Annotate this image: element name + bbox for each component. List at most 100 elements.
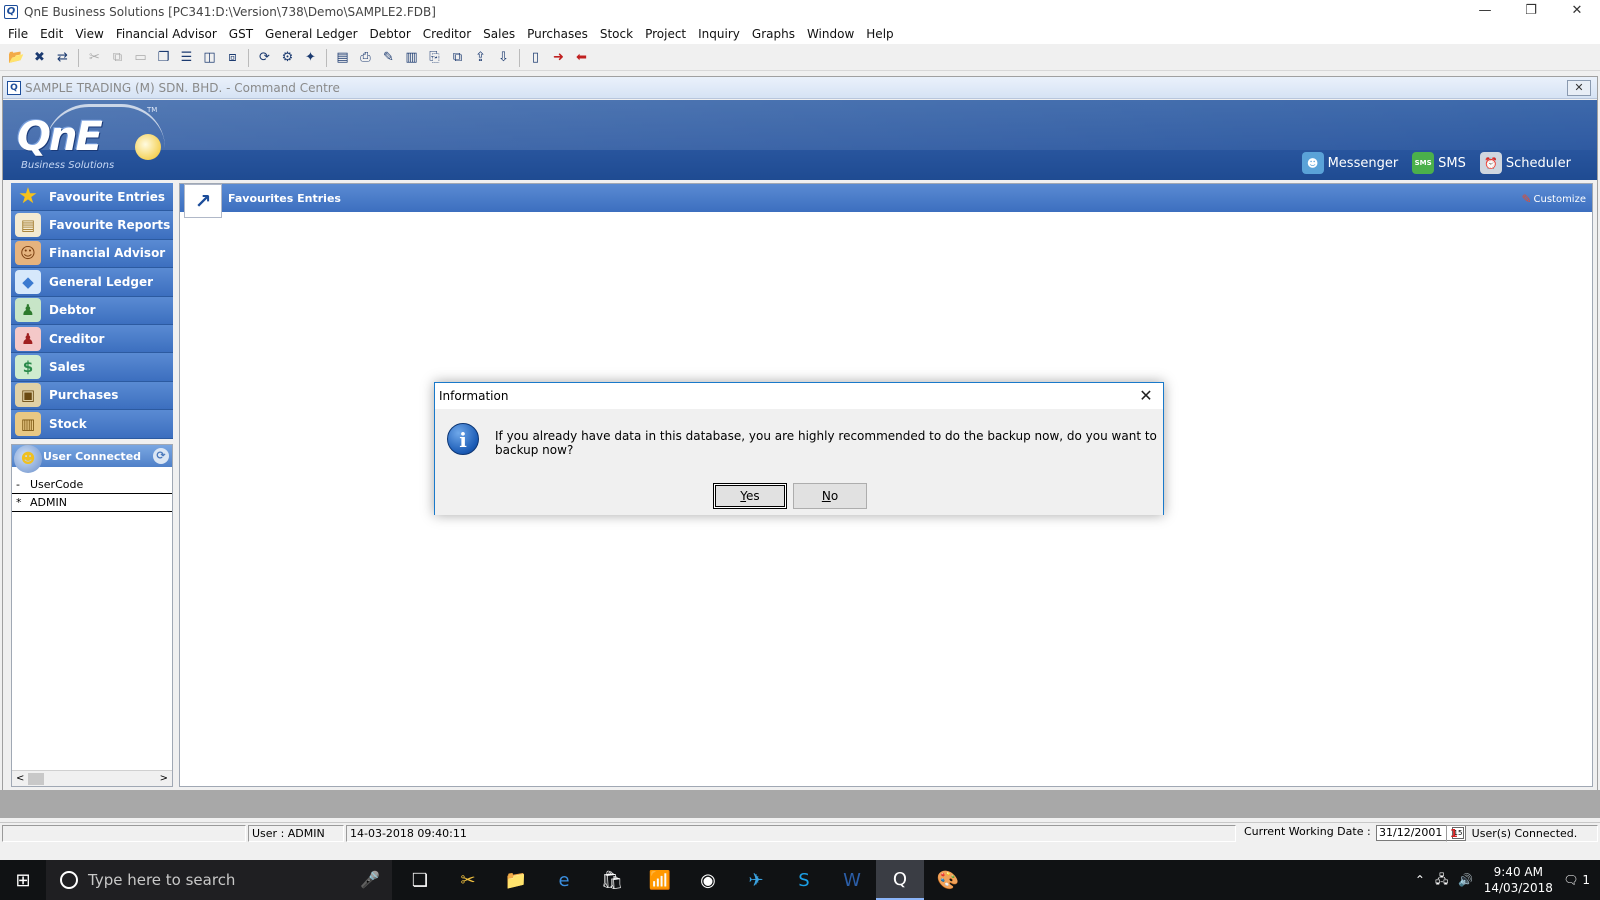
yes-button[interactable]: Yes bbox=[713, 483, 787, 509]
restore-button[interactable]: ❐ bbox=[1508, 0, 1554, 22]
microphone-icon[interactable]: 🎤 bbox=[360, 870, 380, 889]
notifications-icon[interactable]: 🗨 1 bbox=[1563, 873, 1590, 887]
nav-general-ledger[interactable]: ◆ General Ledger bbox=[11, 268, 173, 297]
refresh-icon[interactable]: ⟳ bbox=[153, 448, 169, 464]
nav-favourite-reports[interactable]: ▤ Favourite Reports bbox=[11, 211, 173, 240]
export-icon[interactable]: ⇪ bbox=[470, 48, 491, 68]
close-button[interactable]: ✕ bbox=[1554, 0, 1600, 22]
usercode-column[interactable]: UserCode bbox=[30, 478, 83, 491]
user-list-row[interactable]: * ADMIN bbox=[12, 494, 172, 512]
scheduler-link[interactable]: ⏰ Scheduler bbox=[1479, 152, 1571, 174]
command-centre-close-button[interactable]: ✕ bbox=[1567, 80, 1591, 96]
logo-subtitle: Business Solutions bbox=[21, 160, 115, 171]
wizard-icon[interactable]: ✦ bbox=[300, 48, 321, 68]
nav-sales[interactable]: $ Sales bbox=[11, 353, 173, 382]
toolbar: 📂 ✖ ⇄ ✂ ⧉ ▭ ❐ ☰ ◫ ⧈ ⟳ ⚙ ✦ ▤ ⎙ ✎ ▥ ⎘ ⧉ ⇪ … bbox=[0, 45, 1600, 71]
menu-project[interactable]: Project bbox=[639, 27, 692, 41]
store-icon[interactable]: 🛍 bbox=[588, 860, 636, 900]
arrange-icon[interactable]: ⧈ bbox=[222, 48, 243, 68]
scroll-left-icon[interactable]: < bbox=[16, 773, 24, 784]
menu-graphs[interactable]: Graphs bbox=[746, 27, 801, 41]
chrome-icon[interactable]: ◉ bbox=[684, 860, 732, 900]
nav-debtor[interactable]: ♟ Debtor bbox=[11, 296, 173, 325]
copy-icon[interactable]: ⧉ bbox=[107, 48, 128, 68]
scroll-right-icon[interactable]: > bbox=[160, 773, 168, 784]
copy-document-icon[interactable]: ⧉ bbox=[447, 48, 468, 68]
print-icon[interactable]: ⎘ bbox=[424, 48, 445, 68]
minimize-button[interactable]: — bbox=[1462, 0, 1508, 22]
paste-icon[interactable]: ▭ bbox=[130, 48, 151, 68]
menu-edit[interactable]: Edit bbox=[34, 27, 69, 41]
cascade-icon[interactable]: ❐ bbox=[153, 48, 174, 68]
sms-link[interactable]: SMS SMS bbox=[1412, 152, 1466, 174]
windows-start-icon[interactable]: ⊞ bbox=[0, 860, 46, 900]
refresh-icon[interactable]: ⟳ bbox=[254, 48, 275, 68]
command-centre-title-bar: Q SAMPLE TRADING (M) SDN. BHD. - Command… bbox=[3, 77, 1597, 99]
menu-creditor[interactable]: Creditor bbox=[417, 27, 477, 41]
paint-icon[interactable]: 🎨 bbox=[924, 860, 972, 900]
page-icon[interactable]: ▯ bbox=[525, 48, 546, 68]
edit-icon[interactable]: ✎ bbox=[378, 48, 399, 68]
status-bar: User : ADMIN 14-03-2018 09:40:11 Current… bbox=[0, 822, 1600, 842]
skype-icon[interactable]: S bbox=[780, 860, 828, 900]
forward-icon[interactable]: ➜ bbox=[548, 48, 569, 68]
document-icon[interactable]: ▤ bbox=[332, 48, 353, 68]
nav-financial-advisor[interactable]: ☺ Financial Advisor bbox=[11, 239, 173, 269]
dialog-close-button[interactable]: ✕ bbox=[1129, 383, 1163, 409]
import-icon[interactable]: ⇩ bbox=[493, 48, 514, 68]
dialog-message: If you already have data in this databas… bbox=[495, 429, 1157, 457]
logo-brand: QnE bbox=[17, 114, 103, 160]
menu-general-ledger[interactable]: General Ledger bbox=[259, 27, 364, 41]
network-icon[interactable]: 🖧 bbox=[1435, 870, 1448, 891]
user-connected-panel: ☻ User Connected ⟳ - UserCode * ADMIN < … bbox=[11, 444, 173, 787]
tile-horizontal-icon[interactable]: ☰ bbox=[176, 48, 197, 68]
tools-app-icon[interactable]: ✂ bbox=[444, 860, 492, 900]
menu-debtor[interactable]: Debtor bbox=[364, 27, 417, 41]
report-icon[interactable]: ▥ bbox=[401, 48, 422, 68]
word-icon[interactable]: W bbox=[828, 860, 876, 900]
toolbar-separator bbox=[326, 48, 327, 67]
shortcut-arrow-icon: ↗ bbox=[184, 184, 222, 218]
switch-company-icon[interactable]: ⇄ bbox=[52, 48, 73, 68]
file-explorer-icon[interactable]: 📁 bbox=[492, 860, 540, 900]
print-setup-icon[interactable]: ⎙ bbox=[355, 48, 376, 68]
menu-help[interactable]: Help bbox=[860, 27, 899, 41]
menu-view[interactable]: View bbox=[69, 27, 109, 41]
nav-favourite-entries[interactable]: ★ Favourite Entries bbox=[11, 183, 173, 212]
messenger-link[interactable]: ☻ Messenger bbox=[1301, 152, 1398, 174]
open-folder-icon[interactable]: 📂 bbox=[6, 48, 27, 68]
menu-inquiry[interactable]: Inquiry bbox=[692, 27, 746, 41]
menu-stock[interactable]: Stock bbox=[594, 27, 639, 41]
telegram-icon[interactable]: ✈ bbox=[732, 860, 780, 900]
toolbar-separator bbox=[248, 48, 249, 67]
menu-gst[interactable]: GST bbox=[223, 27, 259, 41]
qne-taskbar-icon[interactable]: Q bbox=[876, 860, 924, 900]
nav-purchases[interactable]: ▣ Purchases bbox=[11, 381, 173, 411]
menu-financial-advisor[interactable]: Financial Advisor bbox=[110, 27, 223, 41]
wifi-app-icon[interactable]: 📶 bbox=[636, 860, 684, 900]
no-button[interactable]: No bbox=[793, 483, 867, 509]
edge-icon[interactable]: e bbox=[540, 860, 588, 900]
clock[interactable]: 9:40 AM 14/03/2018 bbox=[1483, 864, 1553, 896]
nav-stock[interactable]: ▥ Stock bbox=[11, 410, 173, 439]
menu-file[interactable]: File bbox=[2, 27, 34, 41]
tools-icon[interactable]: ⚙ bbox=[277, 48, 298, 68]
scheduler-label: Scheduler bbox=[1505, 155, 1571, 171]
volume-icon[interactable]: 🔊 bbox=[1458, 873, 1473, 887]
horizontal-scrollbar[interactable]: < > bbox=[12, 770, 172, 786]
nav-creditor[interactable]: ♟ Creditor bbox=[11, 324, 173, 354]
menu-window[interactable]: Window bbox=[801, 27, 860, 41]
tray-overflow-icon[interactable]: ⌃ bbox=[1415, 873, 1425, 887]
scroll-thumb[interactable] bbox=[28, 773, 44, 785]
cut-icon[interactable]: ✂ bbox=[84, 48, 105, 68]
close-icon[interactable]: ✖ bbox=[29, 48, 50, 68]
menu-purchases[interactable]: Purchases bbox=[521, 27, 594, 41]
taskbar-search[interactable]: Type here to search 🎤 bbox=[46, 860, 392, 900]
user-list-header: - UserCode bbox=[12, 476, 172, 494]
tile-vertical-icon[interactable]: ◫ bbox=[199, 48, 220, 68]
menu-sales[interactable]: Sales bbox=[477, 27, 521, 41]
exit-icon[interactable]: ⬅ bbox=[571, 48, 592, 68]
ledger-icon: ◆ bbox=[15, 269, 41, 294]
customize-link[interactable]: ✎ Customize bbox=[1521, 192, 1586, 206]
task-view-icon[interactable]: ❏ bbox=[396, 860, 444, 900]
